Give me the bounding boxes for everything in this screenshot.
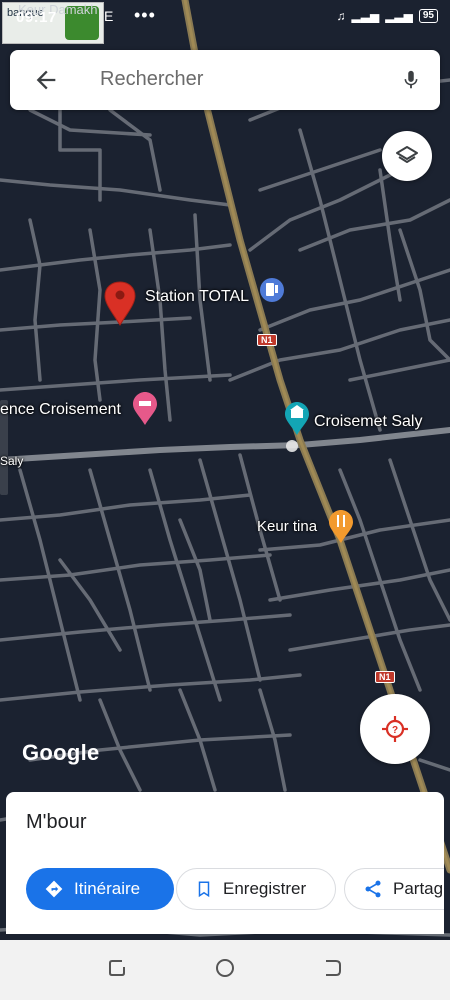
recents-icon[interactable] — [107, 958, 127, 983]
directions-button[interactable]: Itinéraire — [26, 868, 174, 910]
my-location-button[interactable]: ? — [360, 694, 430, 764]
microphone-icon[interactable] — [400, 66, 422, 94]
gas-station-icon[interactable] — [260, 278, 284, 302]
svg-text:?: ? — [392, 725, 398, 736]
layers-icon — [396, 146, 418, 163]
google-logo: Google — [22, 740, 100, 765]
locality-label-saly: Saly — [0, 454, 24, 468]
road-shield-n1: N1 — [375, 671, 395, 683]
crosshair-icon: ? — [382, 716, 408, 742]
android-nav-bar — [0, 940, 450, 1000]
notification-icon: E — [104, 8, 114, 24]
place-label-station-total[interactable]: Station TOTAL — [145, 288, 249, 306]
place-label-keur-tina[interactable]: Keur tina — [257, 518, 317, 535]
directions-icon — [45, 880, 63, 898]
status-right: ♫ ▂▃▅ ▂▃▅ 95 — [336, 9, 438, 23]
directions-label: Itinéraire — [74, 879, 141, 898]
more-notifications-icon: ••• — [134, 5, 156, 25]
place-name: M'bour — [26, 811, 87, 833]
road-shield-n1: N1 — [257, 334, 277, 346]
headphones-icon: ♫ — [336, 9, 346, 23]
place-label-hotel[interactable]: ence Croisement — [0, 401, 121, 419]
share-icon — [365, 880, 381, 898]
share-label: Partag — [393, 879, 444, 898]
save-label: Enregistrer — [223, 879, 307, 898]
back-icon[interactable] — [323, 958, 343, 983]
signal2-icon: ▂▃▅ — [385, 9, 413, 23]
battery-icon: 95 — [418, 9, 438, 23]
back-arrow-icon[interactable] — [32, 66, 60, 94]
status-bar: banque Keur Damakh 09:17 E ••• ♫ ▂▃▅ ▂▃▅… — [0, 0, 450, 44]
share-button[interactable]: Partag — [344, 868, 444, 910]
place-label-croisemet-saly[interactable]: Croisemet Saly — [314, 413, 422, 431]
search-input[interactable]: Rechercher — [100, 68, 203, 91]
home-icon[interactable] — [215, 958, 235, 983]
bookmark-icon — [198, 881, 210, 898]
signal-icon: ▂▃▅ — [351, 9, 380, 23]
save-button[interactable]: Enregistrer — [176, 868, 336, 910]
status-time: 09:17 — [16, 9, 57, 26]
layers-button[interactable] — [382, 131, 432, 181]
search-bar[interactable]: Rechercher — [10, 50, 440, 110]
place-sheet[interactable]: M'bour Itinéraire Enregistrer Partag — [6, 792, 444, 934]
